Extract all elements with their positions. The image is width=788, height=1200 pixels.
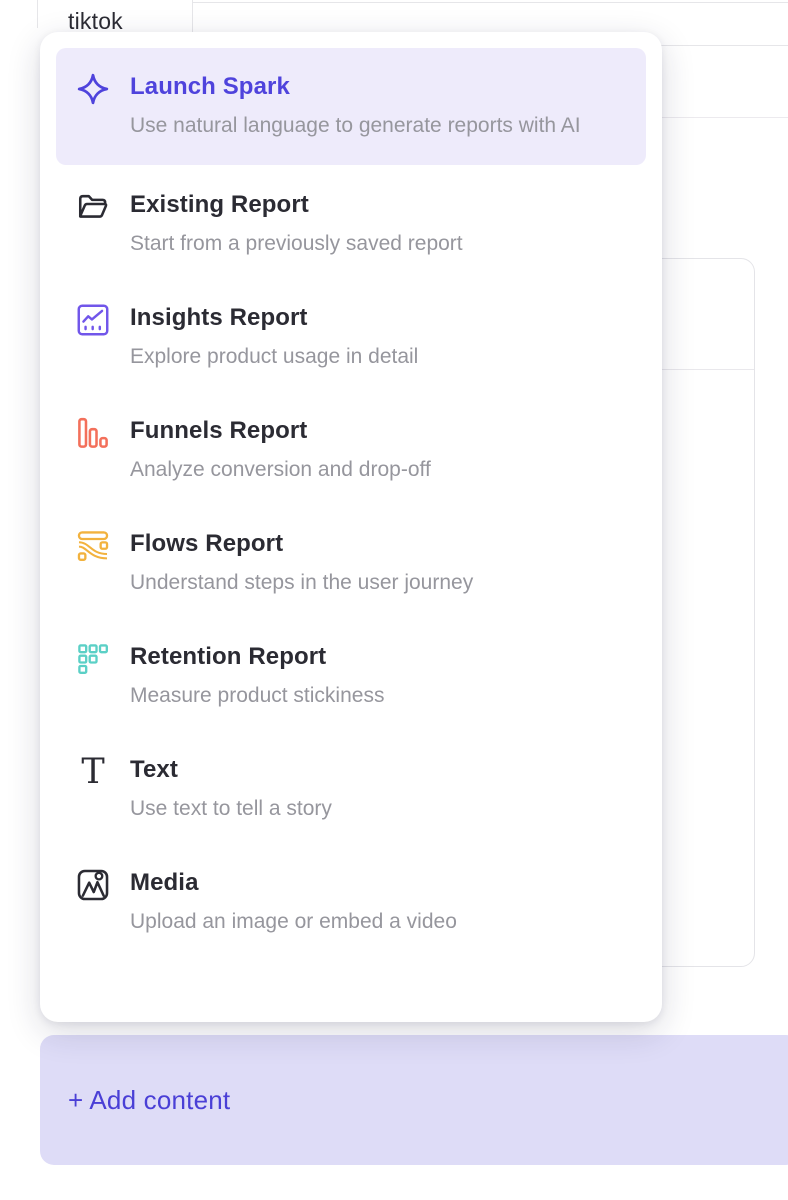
menu-item-label: Launch Spark	[130, 73, 626, 101]
retention-grid-icon	[76, 642, 110, 676]
menu-item-label: Text	[130, 756, 626, 784]
menu-item-description: Upload an image or embed a video	[130, 906, 620, 938]
menu-item-media[interactable]: Media Upload an image or embed a video	[56, 847, 646, 960]
menu-item-description: Measure product stickiness	[130, 680, 620, 712]
insights-chart-icon	[76, 303, 110, 337]
menu-item-launch-spark[interactable]: Launch Spark Use natural language to gen…	[56, 48, 646, 165]
menu-item-insights-report[interactable]: Insights Report Explore product usage in…	[56, 282, 646, 395]
menu-item-label: Retention Report	[130, 643, 626, 671]
menu-item-label: Media	[130, 869, 626, 897]
menu-item-retention-report[interactable]: Retention Report Measure product stickin…	[56, 621, 646, 734]
menu-item-funnels-report[interactable]: Funnels Report Analyze conversion and dr…	[56, 395, 646, 508]
menu-item-label: Existing Report	[130, 191, 626, 219]
text-icon: T	[76, 755, 110, 789]
media-image-icon	[76, 868, 110, 902]
menu-item-description: Start from a previously saved report	[130, 228, 620, 260]
background-row-divider-top	[192, 2, 788, 3]
menu-item-text[interactable]: T Text Use text to tell a story	[56, 734, 646, 847]
background-card-left-border	[37, 0, 38, 28]
add-content-menu: Launch Spark Use natural language to gen…	[40, 32, 662, 1022]
flows-icon	[76, 529, 110, 563]
add-content-button[interactable]: + Add content	[40, 1035, 788, 1165]
menu-item-description: Understand steps in the user journey	[130, 567, 620, 599]
menu-item-label: Flows Report	[130, 530, 626, 558]
menu-item-description: Use text to tell a story	[130, 793, 620, 825]
menu-item-label: Insights Report	[130, 304, 626, 332]
menu-item-description: Use natural language to generate reports…	[130, 110, 620, 142]
menu-item-existing-report[interactable]: Existing Report Start from a previously …	[56, 169, 646, 282]
sparkle-icon	[76, 72, 110, 106]
menu-item-flows-report[interactable]: Flows Report Understand steps in the use…	[56, 508, 646, 621]
menu-item-description: Analyze conversion and drop-off	[130, 454, 620, 486]
add-content-label: + Add content	[68, 1085, 230, 1116]
folder-open-icon	[76, 190, 110, 224]
menu-item-label: Funnels Report	[130, 417, 626, 445]
background-card-title: tiktok	[68, 8, 123, 35]
funnel-bars-icon	[76, 416, 110, 450]
menu-item-description: Explore product usage in detail	[130, 341, 620, 373]
